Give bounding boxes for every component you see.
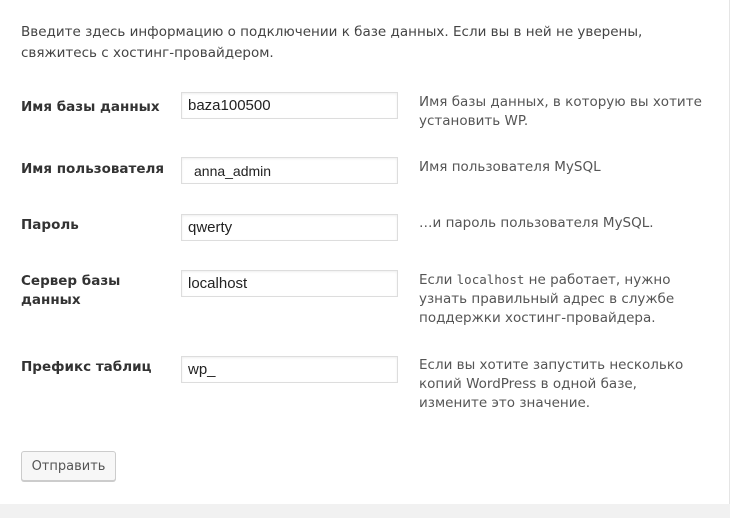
password-input[interactable]: [181, 214, 398, 241]
username-input[interactable]: [181, 157, 398, 184]
setup-config-panel: Введите здесь информацию о подключении к…: [0, 0, 730, 504]
dbname-help: Имя базы данных, в которую вы хотите уст…: [419, 94, 702, 129]
submit-button[interactable]: Отправить: [21, 451, 116, 481]
username-help: Имя пользователя MySQL: [419, 159, 601, 175]
dbhost-label: Сервер базы данных: [21, 273, 121, 308]
password-label: Пароль: [21, 217, 79, 233]
dbhost-help-prefix: Если: [419, 272, 457, 288]
prefix-label: Префикс таблиц: [21, 359, 152, 375]
dbhost-help: Если localhost не работает, нужно узнать…: [419, 270, 689, 328]
dbhost-input[interactable]: [181, 270, 398, 297]
prefix-help: Если вы хотите запустить несколько копий…: [419, 357, 684, 411]
dbname-input[interactable]: [181, 92, 398, 119]
prefix-input[interactable]: [181, 356, 398, 383]
intro-text: Введите здесь информацию о подключении к…: [21, 24, 643, 61]
dbhost-help-code: localhost: [456, 272, 525, 287]
password-help: …и пароль пользователя MySQL.: [419, 215, 654, 231]
dbname-label: Имя базы данных: [21, 99, 160, 115]
username-label: Имя пользователя: [21, 161, 165, 177]
